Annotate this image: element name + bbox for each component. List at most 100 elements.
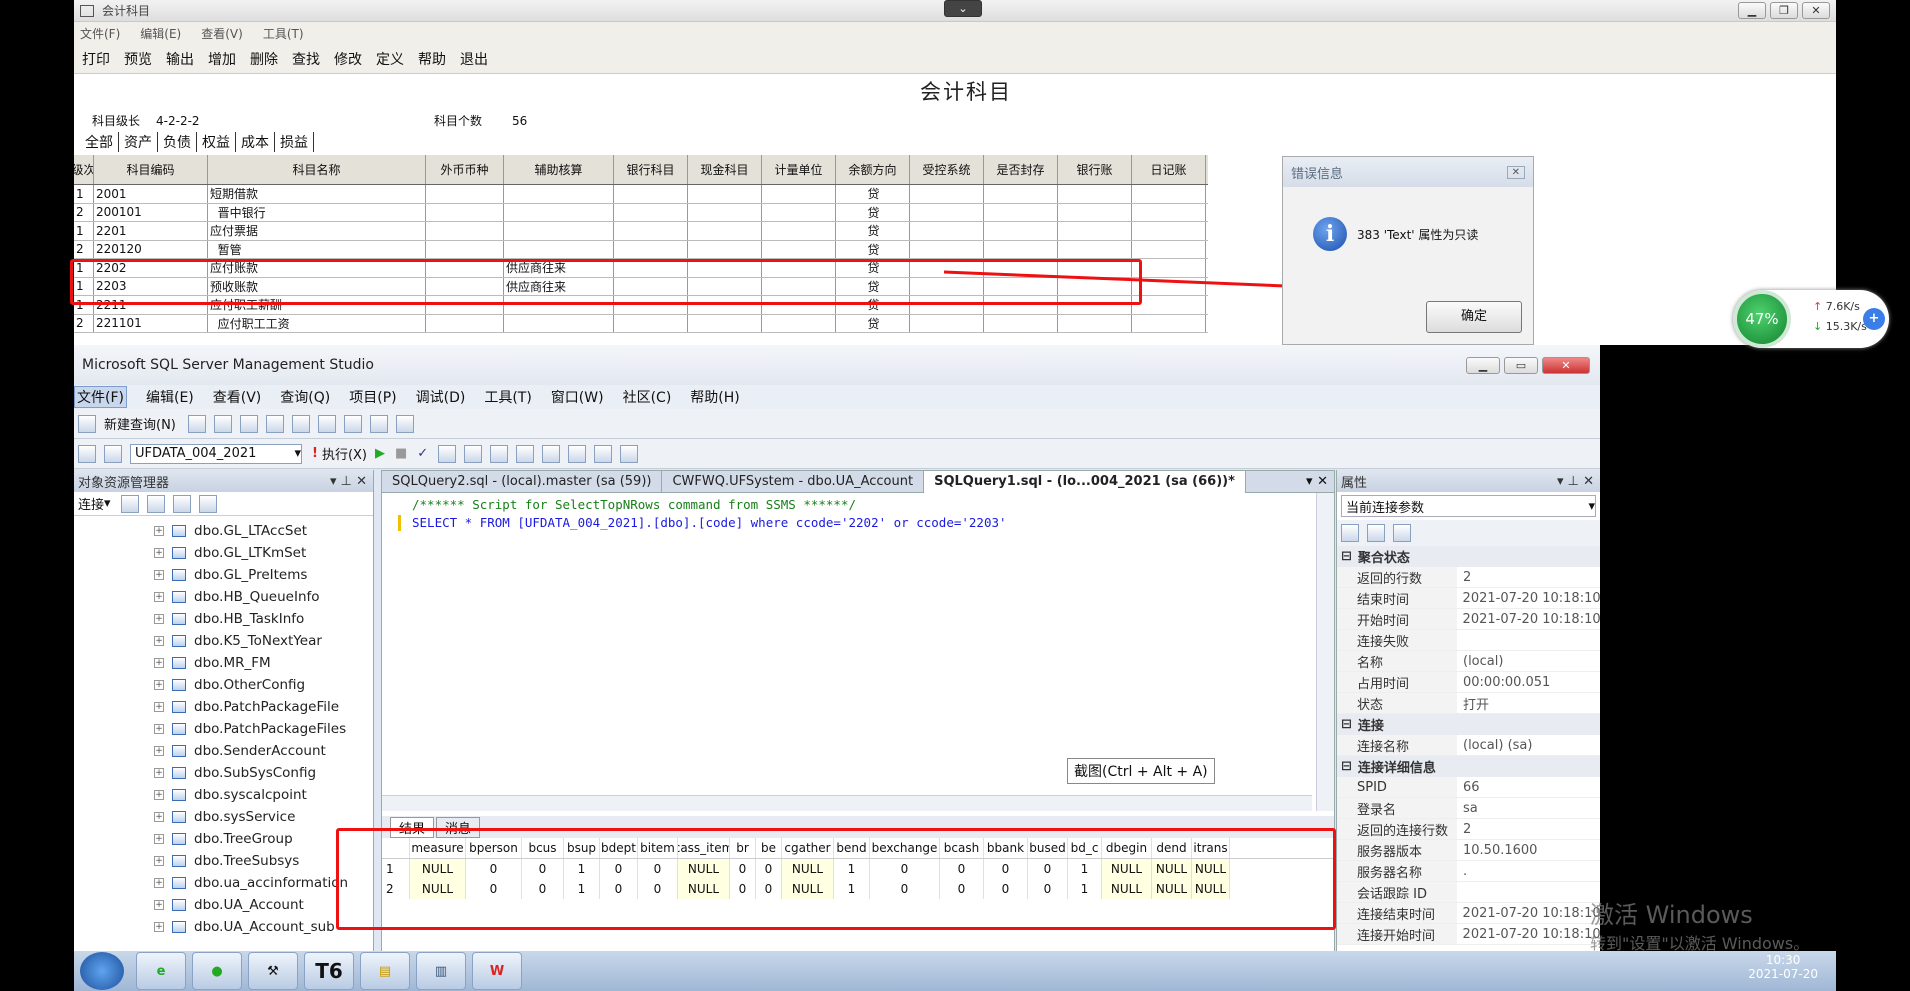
oe-table-item[interactable]: + dbo.ua_accinformation — [74, 872, 373, 894]
col-currency[interactable]: 外币币种 — [426, 155, 504, 184]
new-query-button[interactable]: 新建查询(N) — [104, 414, 176, 433]
expand-icon[interactable]: + — [154, 570, 164, 580]
collapse-icon[interactable]: ⊟ — [1341, 549, 1352, 564]
oe-disconnect-icon[interactable] — [120, 494, 139, 513]
expand-icon[interactable]: + — [154, 614, 164, 624]
oe-table-item[interactable]: + dbo.OtherConfig — [74, 674, 373, 696]
find-button[interactable]: 查找 — [292, 49, 320, 69]
grid-cell[interactable] — [688, 203, 762, 221]
grid-cell[interactable]: 2201 — [94, 222, 208, 240]
props-category[interactable]: ⊟ 连接 — [1337, 714, 1600, 735]
tab-profit-loss[interactable]: 损益 — [275, 132, 314, 152]
ssms-menu-item[interactable]: 项目(P) — [349, 387, 396, 407]
props-row[interactable]: SPID 66 — [1337, 777, 1600, 798]
grid-cell[interactable] — [1058, 222, 1132, 240]
ssms-menu-item[interactable]: 窗口(W) — [551, 387, 604, 407]
wechat-taskbar-icon[interactable]: ● — [192, 952, 242, 990]
horizontal-scrollbar[interactable] — [382, 795, 1312, 811]
grid-cell[interactable] — [762, 222, 836, 240]
grid-row[interactable]: 2 220120 暂管 贷 — [74, 240, 1208, 259]
expand-icon[interactable]: + — [154, 768, 164, 778]
indent-icon[interactable] — [594, 444, 613, 463]
expand-icon[interactable]: + — [154, 834, 164, 844]
grid-cell[interactable]: 贷 — [836, 203, 910, 221]
oe-table-item[interactable]: + dbo.GL_PreItems — [74, 564, 373, 586]
grid-cell[interactable] — [688, 314, 762, 332]
grid-row[interactable]: 1 2201 应付票据 贷 — [74, 222, 1208, 241]
connect-icon[interactable] — [78, 444, 96, 463]
outdent-icon[interactable] — [620, 444, 639, 463]
vertical-scrollbar[interactable] — [1316, 493, 1334, 811]
props-row[interactable]: 服务器版本 10.50.1600 — [1337, 840, 1600, 861]
error-close-icon[interactable]: ✕ — [1506, 165, 1525, 179]
col-bank-acct[interactable]: 银行科目 — [614, 155, 688, 184]
network-percent-circle[interactable]: 47% — [1733, 290, 1791, 348]
open-folder-icon[interactable] — [317, 414, 336, 433]
grid-cell[interactable] — [426, 222, 504, 240]
analysis-query-icon[interactable] — [239, 414, 258, 433]
grid-cell[interactable]: 2 — [74, 203, 94, 221]
oe-table-item[interactable]: + dbo.TreeGroup — [74, 828, 373, 850]
grid-cell[interactable] — [614, 314, 688, 332]
props-row[interactable]: 状态 打开 — [1337, 693, 1600, 714]
grid-cell[interactable]: 220120 — [94, 240, 208, 258]
tab-assets[interactable]: 资产 — [119, 132, 158, 152]
help-button[interactable]: 帮助 — [418, 49, 446, 69]
oe-stop-icon[interactable] — [146, 494, 165, 513]
grid-cell[interactable] — [910, 314, 984, 332]
ssms-menu-item[interactable]: 社区(C) — [623, 387, 672, 407]
grid-cell[interactable] — [504, 240, 614, 258]
ssms-minimize-button[interactable]: ▁ — [1466, 356, 1500, 374]
grid-cell[interactable] — [1132, 185, 1206, 203]
xmla-query-icon[interactable] — [291, 414, 310, 433]
ssms-menu-item[interactable]: 查看(V) — [213, 387, 262, 407]
props-category[interactable]: ⊟ 连接详细信息 — [1337, 756, 1600, 777]
grid-cell[interactable] — [910, 203, 984, 221]
tools-taskbar-icon[interactable]: ⚒ — [248, 952, 298, 990]
col-direction[interactable]: 余额方向 — [836, 155, 910, 184]
grid-cell[interactable] — [984, 185, 1058, 203]
props-row[interactable]: 占用时间 00:00:00.051 — [1337, 672, 1600, 693]
grid-cell[interactable] — [1058, 203, 1132, 221]
grid-cell[interactable] — [426, 314, 504, 332]
expand-icon[interactable]: + — [154, 878, 164, 888]
ssms-menu-item[interactable]: 查询(Q) — [280, 387, 330, 407]
grid-cell[interactable] — [688, 240, 762, 258]
alphabetical-icon[interactable] — [1367, 524, 1385, 542]
oe-table-item[interactable]: + dbo.sysService — [74, 806, 373, 828]
ssms-menu-item[interactable]: 工具(T) — [484, 387, 531, 407]
design-query-icon[interactable] — [464, 444, 483, 463]
grid-cell[interactable] — [910, 240, 984, 258]
expand-icon[interactable]: + — [154, 790, 164, 800]
results-to-text-icon[interactable] — [516, 444, 535, 463]
grid-cell[interactable] — [1132, 314, 1206, 332]
tab-liabilities[interactable]: 负债 — [158, 132, 197, 152]
props-row[interactable]: 连接失败 — [1337, 630, 1600, 651]
menu-edit[interactable]: 编辑(E) — [140, 25, 181, 42]
grid-cell[interactable]: 贷 — [836, 222, 910, 240]
categorized-icon[interactable] — [1341, 524, 1359, 542]
grid-row[interactable]: 2 200101 晋中银行 贷 — [74, 203, 1208, 222]
collapse-icon[interactable]: ⊟ — [1341, 759, 1352, 774]
grid-cell[interactable] — [504, 203, 614, 221]
grid-cell[interactable]: 1 — [74, 185, 94, 203]
grid-cell[interactable] — [504, 222, 614, 240]
parse-icon[interactable]: ✓ — [417, 446, 428, 461]
estimated-plan-icon[interactable] — [438, 444, 457, 463]
tab-equity[interactable]: 权益 — [197, 132, 236, 152]
ssms-taskbar-icon[interactable]: ▥ — [416, 952, 466, 990]
col-code[interactable]: 科目编码 — [94, 155, 208, 184]
grid-cell[interactable]: 2001 — [94, 185, 208, 203]
props-row[interactable]: 连接名称 (local) (sa) — [1337, 735, 1600, 756]
expand-icon[interactable]: + — [154, 592, 164, 602]
oe-table-item[interactable]: + dbo.GL_LTAccSet — [74, 520, 373, 542]
col-unit[interactable]: 计量单位 — [762, 155, 836, 184]
props-row[interactable]: 登录名 sa — [1337, 798, 1600, 819]
comment-icon[interactable] — [542, 444, 561, 463]
props-row[interactable]: 连接开始时间 2021-07-20 10:18:10 — [1337, 924, 1600, 945]
grid-cell[interactable] — [426, 185, 504, 203]
grid-cell[interactable] — [762, 185, 836, 203]
oe-table-item[interactable]: + dbo.K5_ToNextYear — [74, 630, 373, 652]
print-button[interactable]: 打印 — [82, 49, 110, 69]
oe-refresh-icon[interactable] — [198, 494, 217, 513]
